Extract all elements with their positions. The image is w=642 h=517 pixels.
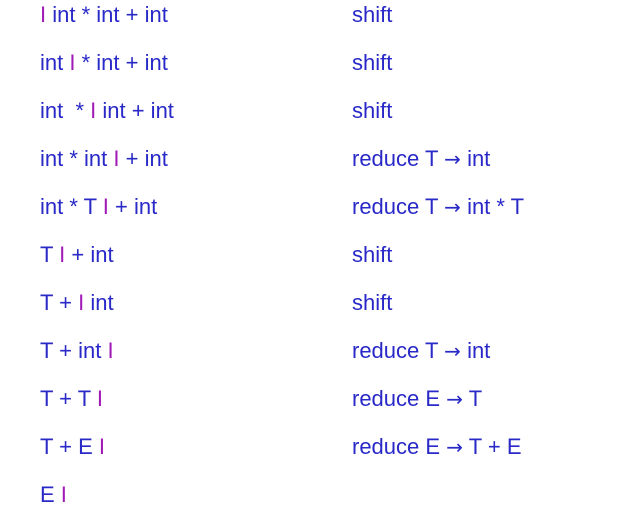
action-verb: shift — [352, 98, 393, 123]
trace-row: T + int Ireduce T → int — [0, 337, 642, 373]
production-arrow-icon: → — [446, 435, 463, 459]
production-arrow-icon: → — [444, 339, 461, 363]
remaining-input: int * int + int — [46, 2, 168, 27]
remaining-input: int — [84, 290, 114, 315]
parser-action: reduce T → int — [352, 145, 490, 173]
production-arrow-icon: → — [444, 195, 461, 219]
production-lhs: E — [425, 386, 441, 411]
production-rhs: T + E — [468, 434, 522, 459]
production-rhs: int — [467, 338, 491, 363]
stack-contents: int * int — [40, 146, 114, 171]
action-verb: reduce — [352, 386, 420, 411]
production-lhs: T — [425, 194, 439, 219]
production-lhs: T — [425, 146, 439, 171]
parser-action: shift — [352, 49, 392, 77]
parser-configuration: int * I int + int — [40, 97, 174, 125]
action-verb: shift — [352, 2, 393, 27]
parser-configuration: int * int I + int — [40, 145, 168, 173]
stack-contents: int — [40, 50, 70, 75]
parser-configuration: int * T I + int — [40, 193, 157, 221]
remaining-input: + int — [119, 146, 168, 171]
trace-row: int * I int + int shift — [0, 97, 642, 133]
remaining-input: + int — [65, 242, 114, 267]
action-verb: reduce — [352, 194, 420, 219]
parser-configuration: E I — [40, 481, 67, 509]
stack-contents: int * T — [40, 194, 103, 219]
parser-action: reduce E → T + E — [352, 433, 522, 461]
parser-action: shift — [352, 97, 392, 125]
trace-row: int I * int + int shift — [0, 49, 642, 85]
remaining-input: + int — [108, 194, 158, 219]
parser-configuration: T + I int — [40, 289, 114, 317]
parse-position-marker: I — [96, 386, 103, 411]
stack-contents: T + — [40, 290, 79, 315]
parser-configuration: T + int I — [40, 337, 114, 365]
parser-action: reduce E → T — [352, 385, 482, 413]
stack-contents: T + int — [40, 338, 108, 363]
trace-row: T + I int shift — [0, 289, 642, 325]
stack-contents: E — [40, 482, 61, 507]
parse-position-marker: I — [60, 482, 67, 507]
parser-action: shift — [352, 289, 392, 317]
parser-configuration: T I + int — [40, 241, 114, 269]
stack-contents: int * — [40, 98, 91, 123]
trace-row: int * int I + int reduce T → int — [0, 145, 642, 181]
production-rhs: int * T — [467, 194, 525, 219]
parser-configuration: int I * int + int — [40, 49, 168, 77]
parser-action: reduce T → int * T — [352, 193, 524, 221]
parse-position-marker: I — [107, 338, 114, 363]
production-rhs: T — [468, 386, 483, 411]
action-verb: shift — [352, 290, 393, 315]
action-verb: reduce — [352, 146, 420, 171]
parse-trace: I int * int + int shift int I * int + int s… — [0, 0, 642, 510]
stack-contents: T + T — [40, 386, 97, 411]
trace-row: T + E Ireduce E → T + E — [0, 433, 642, 469]
production-rhs: int — [467, 146, 491, 171]
parser-action: shift — [352, 1, 392, 29]
trace-row: I int * int + int shift — [0, 1, 642, 37]
action-verb: reduce — [352, 434, 420, 459]
production-arrow-icon: → — [446, 387, 463, 411]
trace-row: E I — [0, 481, 642, 517]
action-verb: shift — [352, 242, 393, 267]
production-lhs: E — [425, 434, 441, 459]
remaining-input: * int + int — [75, 50, 168, 75]
parser-configuration: T + E I — [40, 433, 105, 461]
parser-action: shift — [352, 241, 392, 269]
parser-action: reduce T → int — [352, 337, 490, 365]
trace-row: T I + int shift — [0, 241, 642, 277]
remaining-input: int + int — [96, 98, 174, 123]
parser-configuration: T + T I — [40, 385, 103, 413]
parser-configuration: I int * int + int — [40, 1, 168, 29]
production-lhs: T — [425, 338, 439, 363]
action-verb: shift — [352, 50, 393, 75]
trace-row: T + T Ireduce E → T — [0, 385, 642, 421]
parse-position-marker: I — [98, 434, 106, 459]
action-verb: reduce — [352, 338, 420, 363]
stack-contents: T — [40, 242, 60, 267]
stack-contents: T + E — [40, 434, 99, 459]
production-arrow-icon: → — [444, 147, 461, 171]
trace-row: int * T I + int reduce T → int * T — [0, 193, 642, 229]
